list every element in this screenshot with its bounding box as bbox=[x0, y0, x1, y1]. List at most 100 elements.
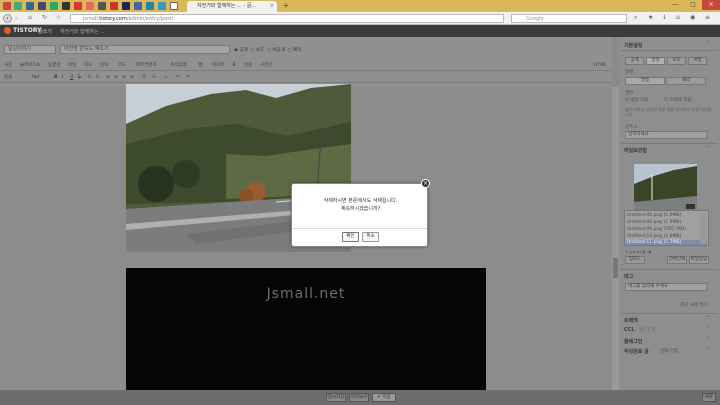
scroll-top-button[interactable]: 위로 bbox=[702, 393, 716, 402]
editor-scrollbar[interactable] bbox=[612, 87, 619, 390]
chevron-up-icon[interactable]: ˄ bbox=[706, 146, 715, 152]
publish-button[interactable]: ✔ 저장 bbox=[372, 393, 396, 402]
tag-input[interactable]: 태그를 입력해 주세요 bbox=[625, 283, 707, 291]
pinned-tab-icon[interactable] bbox=[110, 2, 118, 10]
new-tab-button[interactable]: + bbox=[281, 2, 291, 10]
italic-icon[interactable]: I bbox=[62, 74, 63, 82]
search-icon[interactable]: ⌕ bbox=[634, 14, 637, 22]
file-item[interactable]: Untitled-06.png (1.9MB) bbox=[627, 213, 681, 218]
home-icon[interactable]: ⌂ bbox=[28, 14, 32, 21]
pinned-tab-icon[interactable] bbox=[98, 2, 106, 10]
file-list[interactable]: Untitled-06.png (1.9MB) Untitled-08.png … bbox=[624, 210, 709, 246]
last-section-select[interactable]: 선택 안함 bbox=[660, 348, 678, 354]
align-justify-icon[interactable]: ≡ bbox=[130, 74, 134, 82]
tab-public[interactable]: 공개 bbox=[625, 57, 644, 65]
trackback-title[interactable]: 트랙백 bbox=[624, 317, 638, 324]
text-color-icon[interactable]: A bbox=[88, 74, 91, 82]
cancel-button[interactable]: 취소 bbox=[362, 232, 379, 242]
tool-external[interactable]: 외부컨텐츠 bbox=[136, 62, 157, 70]
tool-music[interactable]: 음악 bbox=[100, 62, 108, 70]
pinned-tab-icon[interactable] bbox=[86, 2, 94, 10]
visibility-options[interactable]: ◉ 공개 ○ 보호 ○ 비공개 ○ 예약 bbox=[234, 47, 301, 53]
bookmarks-icon[interactable]: ★ bbox=[648, 14, 653, 21]
recent-tags-link[interactable]: 최근 사용 태그 bbox=[680, 302, 708, 308]
bookmark-star-icon[interactable]: ☆ bbox=[56, 14, 61, 21]
tab-protect[interactable]: 보호 bbox=[667, 57, 686, 65]
upload-button[interactable]: 업로드 bbox=[625, 256, 645, 264]
allow-trackback-checkbox[interactable]: ☑ 트랙백 허용 bbox=[664, 97, 692, 103]
pinned-tab-icon[interactable] bbox=[38, 2, 46, 10]
tool-video[interactable]: 동영상 bbox=[48, 62, 60, 70]
chevron-down-icon[interactable]: ˅ bbox=[706, 326, 715, 332]
align-right-icon[interactable]: ≡ bbox=[122, 74, 126, 82]
tistory-logo[interactable]: TISTORY bbox=[4, 27, 41, 35]
tool-formula[interactable]: 수식입력 bbox=[170, 62, 187, 70]
ccl-title[interactable]: CCL bbox=[624, 327, 635, 333]
number-list-icon[interactable]: ☷ bbox=[152, 74, 156, 82]
redo-icon[interactable]: ↷ bbox=[186, 74, 190, 82]
allow-comment-checkbox[interactable]: ☑ 댓글 허용 bbox=[625, 97, 648, 103]
font-size-select[interactable]: 9pt bbox=[32, 74, 39, 82]
pinned-tab-icon[interactable] bbox=[3, 2, 11, 10]
tool-file[interactable]: 파일 bbox=[68, 62, 76, 70]
tool-slideshow[interactable]: 슬라이드쇼 bbox=[20, 62, 41, 70]
chevron-up-icon[interactable]: ˄ bbox=[706, 41, 715, 47]
tool-media[interactable]: 미디어 bbox=[212, 62, 224, 70]
chevron-down-icon[interactable]: ˅ bbox=[706, 337, 715, 343]
font-select[interactable]: 돋움 bbox=[4, 74, 12, 82]
forward-icon[interactable]: › bbox=[15, 15, 17, 22]
menu-icon[interactable]: ≡ bbox=[705, 14, 710, 21]
url-input[interactable]: jsmall.tistory.com/admin/entry/post/ bbox=[70, 14, 504, 23]
file-item-selected[interactable]: Untitled-11.png (1.7MB) bbox=[626, 240, 707, 245]
close-tab-icon[interactable]: × bbox=[270, 1, 274, 12]
nav-write[interactable]: 글쓰기 bbox=[38, 28, 52, 35]
file-preview[interactable] bbox=[634, 164, 697, 211]
search-input[interactable]: Google bbox=[511, 14, 627, 23]
chevron-down-icon[interactable]: ˅ bbox=[706, 347, 715, 353]
back-icon[interactable]: ‹ bbox=[3, 14, 12, 23]
tool-html[interactable]: HTML bbox=[594, 62, 607, 70]
tool-maps[interactable]: 맵 bbox=[198, 62, 202, 70]
undo-icon[interactable]: ↶ bbox=[176, 74, 180, 82]
publish-now-button[interactable]: 발행 bbox=[625, 77, 665, 85]
file-item[interactable]: Untitled-10.png (1.8MB) bbox=[627, 234, 681, 239]
tool-quote[interactable]: 인용 bbox=[244, 62, 252, 70]
chevron-down-icon[interactable]: ˅ bbox=[706, 316, 715, 322]
minimize-button[interactable]: — bbox=[666, 0, 684, 10]
strikethrough-icon[interactable]: S bbox=[78, 74, 81, 82]
bullet-list-icon[interactable]: ☰ bbox=[142, 74, 146, 82]
pinned-tab-icon[interactable] bbox=[74, 2, 82, 10]
tab-publish[interactable]: 발행 bbox=[646, 57, 665, 65]
tool-code[interactable]: 코드 bbox=[118, 62, 126, 70]
highlight-icon[interactable]: A bbox=[96, 74, 99, 82]
confirm-button[interactable]: 확인 bbox=[342, 232, 359, 242]
tab-secret[interactable]: 비밀 bbox=[688, 57, 707, 65]
file-item[interactable]: Untitled-09.png (765.7KB) bbox=[627, 227, 686, 232]
post-video-block[interactable]: Jsmall.net bbox=[126, 268, 486, 390]
pinned-tab-icon[interactable] bbox=[122, 2, 130, 10]
pinned-tab-icon[interactable] bbox=[158, 2, 166, 10]
category-select[interactable]: 일상이야기 bbox=[4, 45, 56, 54]
tool-table[interactable]: 표 bbox=[232, 62, 236, 70]
tool-divider[interactable]: 구분선 bbox=[260, 62, 272, 70]
link-icon[interactable]: ∞ bbox=[164, 74, 168, 82]
close-window-button[interactable]: × bbox=[702, 0, 720, 10]
title-input[interactable]: 이천방 반도드 액소가... bbox=[60, 45, 230, 54]
maximize-button[interactable]: □ bbox=[684, 0, 702, 10]
align-center-icon[interactable]: ≡ bbox=[114, 74, 118, 82]
close-icon[interactable]: × bbox=[421, 179, 430, 188]
preview-button[interactable]: 미리보기 bbox=[349, 393, 369, 402]
addon-icon[interactable]: ◉ bbox=[690, 14, 695, 21]
insert-file-button[interactable]: 파일삽입 bbox=[689, 256, 709, 264]
downloads-icon[interactable]: ↓ bbox=[662, 14, 667, 21]
editor-scrollbar-thumb[interactable] bbox=[613, 258, 618, 278]
tool-photo[interactable]: 사진 bbox=[4, 62, 12, 70]
blog-name[interactable]: 자전거와 함께하는 ... bbox=[60, 28, 105, 35]
pinned-tab-icon[interactable] bbox=[146, 2, 154, 10]
tool-map[interactable]: 지도 bbox=[84, 62, 92, 70]
pinned-tab-icon[interactable] bbox=[50, 2, 58, 10]
underline-icon[interactable]: U bbox=[70, 74, 73, 82]
reload-icon[interactable]: ↻ bbox=[42, 14, 47, 21]
file-list-controls[interactable]: ✕ ▴ ▾ ◂ ▸ ◐ ◑ bbox=[625, 249, 651, 254]
reserve-button[interactable]: 예약 bbox=[666, 77, 706, 85]
